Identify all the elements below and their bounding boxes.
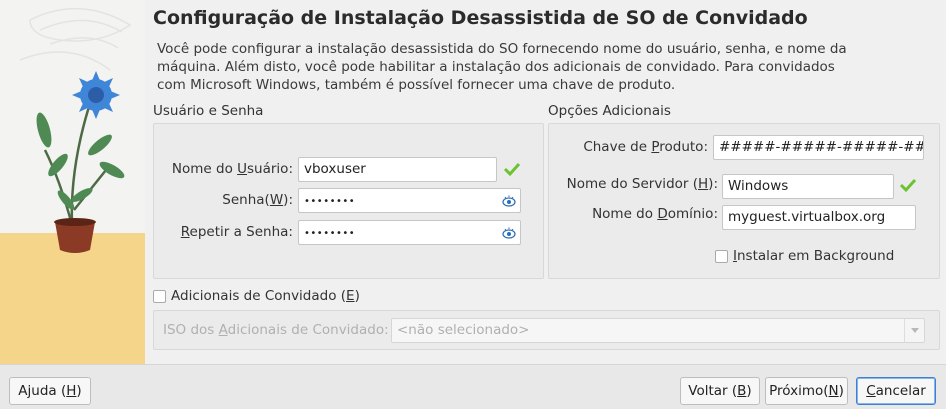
password-value: •••••••• xyxy=(304,196,356,207)
hostname-field[interactable]: Windows xyxy=(722,174,894,199)
options-group-title: Opções Adicionais xyxy=(548,103,671,119)
show-password-eye-icon[interactable] xyxy=(502,226,516,240)
password-field[interactable]: •••••••• xyxy=(298,188,521,213)
wizard-page: Configuração de Instalação Desassistida … xyxy=(145,0,946,364)
iso-path-combobox[interactable]: <não selecionado> xyxy=(391,318,925,343)
chevron-down-icon[interactable] xyxy=(904,319,924,342)
cancel-button[interactable]: Cancelar xyxy=(856,377,936,405)
repeat-password-field[interactable]: •••••••• xyxy=(298,220,521,245)
install-background-checkbox[interactable] xyxy=(715,250,728,263)
guest-additions-checkbox[interactable] xyxy=(153,290,166,303)
domain-label: Nome do Domínio: xyxy=(592,206,718,222)
install-background-label: Instalar em Background xyxy=(733,248,895,264)
iso-label: ISO dos Adicionais de Convidado: xyxy=(163,322,389,338)
repeat-password-label: Repetir a Senha: xyxy=(180,224,293,240)
username-label: Nome do Usuário: xyxy=(171,161,293,177)
wizard-illustration xyxy=(0,0,145,364)
guest-additions-label: Adicionais de Convidado (E) xyxy=(171,288,360,304)
user-group-title: Usuário e Senha xyxy=(153,103,264,119)
page-title: Configuração de Instalação Desassistida … xyxy=(153,7,808,29)
help-button[interactable]: Ajuda (H) xyxy=(9,377,91,405)
domain-field[interactable]: myguest.virtualbox.org xyxy=(722,205,916,230)
back-button[interactable]: Voltar (B) xyxy=(680,377,760,405)
hostname-label: Nome do Servidor (H): xyxy=(566,176,718,192)
repeat-password-value: •••••••• xyxy=(304,228,356,239)
button-bar: Ajuda (H) Voltar (B) Próximo(N) Cancelar xyxy=(0,364,946,409)
valid-check-icon xyxy=(899,178,917,193)
valid-check-icon xyxy=(503,162,521,177)
product-key-field[interactable]: #####-#####-#####-#####-##### xyxy=(713,135,924,160)
page-description: Você pode configurar a instalação desass… xyxy=(157,41,847,93)
product-key-label: Chave de Produto: xyxy=(583,139,708,155)
iso-path-value: <não selecionado> xyxy=(397,322,530,338)
next-button[interactable]: Próximo(N) xyxy=(765,377,848,405)
password-label: Senha(W): xyxy=(222,192,293,208)
username-field[interactable]: vboxuser xyxy=(298,157,497,182)
show-password-eye-icon[interactable] xyxy=(502,194,516,208)
